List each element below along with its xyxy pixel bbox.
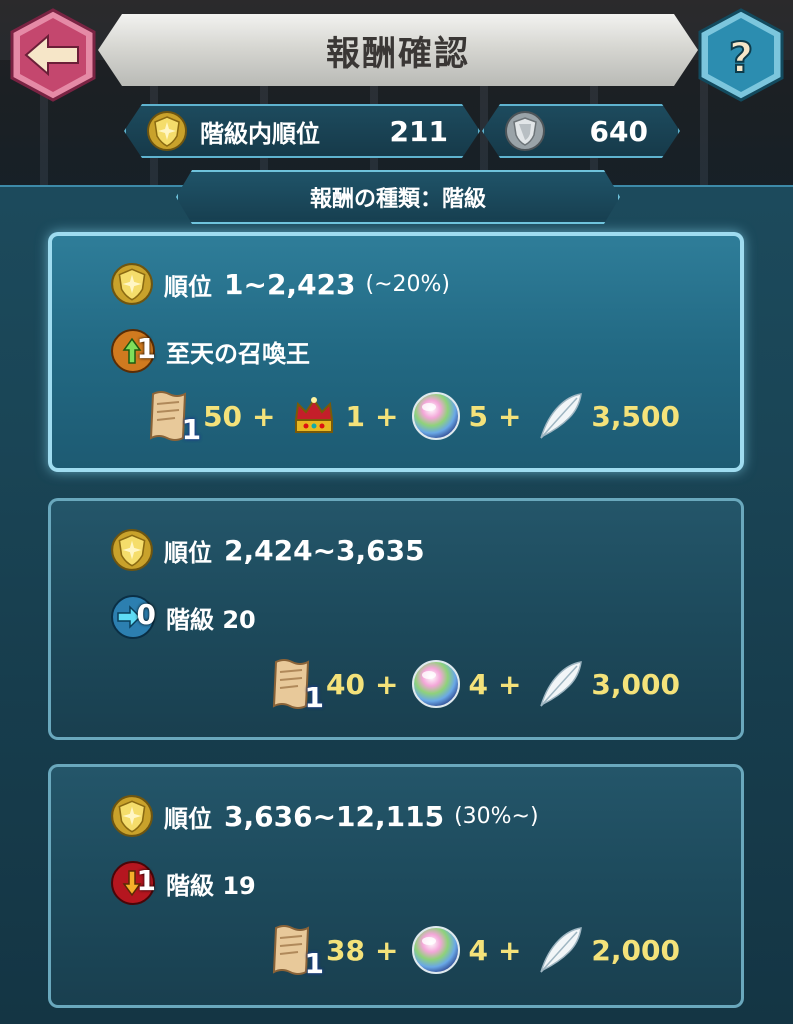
promote-count: 1 (136, 332, 156, 365)
score-pill: 640 (482, 104, 680, 158)
rank-percent: (~20%) (365, 271, 451, 297)
promote-badge: 1 (110, 328, 156, 374)
scroll-reward: 1 (268, 922, 324, 980)
feather-amount: 3,000 (591, 667, 680, 701)
tier-change-text: 階級 19 (166, 871, 256, 900)
rank-range: 3,636~12,115 (224, 799, 445, 833)
stay-badge: 0 (110, 594, 156, 640)
scroll-count-label: 1 (181, 413, 202, 446)
rank-pill: 階級内順位 211 (124, 104, 480, 158)
plus-sign: + (497, 667, 522, 701)
rank-range: 1~2,423 (224, 267, 356, 301)
scroll-count-label: 1 (304, 681, 325, 714)
silver-shield-icon (504, 110, 546, 152)
rank-label: 順位 (164, 272, 212, 301)
reward-type-banner: 報酬の種類：階級 (176, 170, 620, 224)
gold-shield-icon (111, 529, 153, 571)
tier-change-text: 至天の召喚王 (166, 339, 310, 368)
feather-icon (540, 661, 583, 707)
reward-tier-card[interactable]: 順位 1~2,423 (~20%) 1 至天の召喚王 1 50 + 1 + 5 … (48, 232, 744, 472)
rank-label: 順位 (164, 804, 212, 833)
help-button[interactable]: ? (694, 8, 788, 102)
feather-icon (540, 927, 583, 973)
reward-list: 1 40 + 4 + 3,000 (268, 656, 690, 714)
rank-label: 順位 (164, 538, 212, 567)
plus-sign: + (375, 667, 399, 701)
scroll-reward: 1 (268, 656, 324, 714)
rank-row: 順位 1~2,423 (~20%) (110, 262, 450, 306)
feather-icon (540, 393, 583, 439)
gold-shield-icon (146, 110, 188, 152)
reward-list: 1 50 + 1 + 5 + 3,500 (145, 388, 690, 446)
tier-change-row: 1 至天の召喚王 (110, 328, 310, 374)
plus-sign: + (375, 933, 399, 967)
tier-change-row: 0 階級 20 (110, 594, 256, 640)
rank-row: 順位 2,424~3,635 (110, 528, 425, 572)
reward-tier-card[interactable]: 順位 2,424~3,635 0 階級 20 1 40 + 4 + 3,000 (48, 498, 744, 740)
reward-type-label: 報酬の種類：階級 (309, 187, 486, 212)
scroll-count-label: 1 (304, 947, 325, 980)
demote-count: 1 (136, 864, 156, 897)
back-arrow-icon (10, 8, 96, 102)
plus-sign: + (252, 399, 276, 433)
rank-percent: (30%~) (454, 803, 539, 829)
stay-count: 0 (136, 598, 156, 631)
gold-shield-icon (111, 795, 153, 837)
feather-amount: 2,000 (591, 933, 680, 967)
orb-amount: 4 (468, 667, 488, 701)
plus-sign: + (497, 399, 522, 433)
orb-icon (412, 392, 461, 440)
page-title: 報酬確認 (326, 33, 470, 74)
feather-amount: 3,500 (591, 399, 680, 433)
tier-change-text: 階級 20 (166, 605, 256, 634)
rank-range: 2,424~3,635 (224, 533, 425, 567)
reward-tier-card[interactable]: 順位 3,636~12,115 (30%~) 1 階級 19 1 38 + 4 … (48, 764, 744, 1008)
question-mark-icon: ? (698, 8, 784, 102)
rank-label: 階級内順位 (200, 119, 320, 148)
scroll-amount: 40 (326, 667, 365, 701)
back-button[interactable] (6, 8, 100, 102)
plus-sign: + (375, 399, 399, 433)
scroll-amount: 50 (203, 399, 243, 433)
title-plate: 報酬確認 (98, 14, 698, 86)
svg-text:?: ? (729, 33, 753, 82)
crown-amount: 1 (345, 399, 365, 433)
score-value: 640 (589, 114, 648, 148)
orb-amount: 4 (468, 933, 488, 967)
demote-badge: 1 (110, 860, 156, 906)
rank-value: 211 (389, 114, 448, 148)
tier-change-row: 1 階級 19 (110, 860, 256, 906)
gold-shield-icon (111, 263, 153, 305)
orb-amount: 5 (468, 399, 488, 433)
reward-list: 1 38 + 4 + 2,000 (268, 922, 690, 980)
rank-row: 順位 3,636~12,115 (30%~) (110, 794, 539, 838)
scroll-amount: 38 (326, 933, 365, 967)
orb-icon (412, 926, 461, 974)
plus-sign: + (497, 933, 522, 967)
scroll-reward: 1 (145, 388, 201, 446)
orb-icon (412, 660, 461, 708)
crown-icon (294, 397, 333, 433)
